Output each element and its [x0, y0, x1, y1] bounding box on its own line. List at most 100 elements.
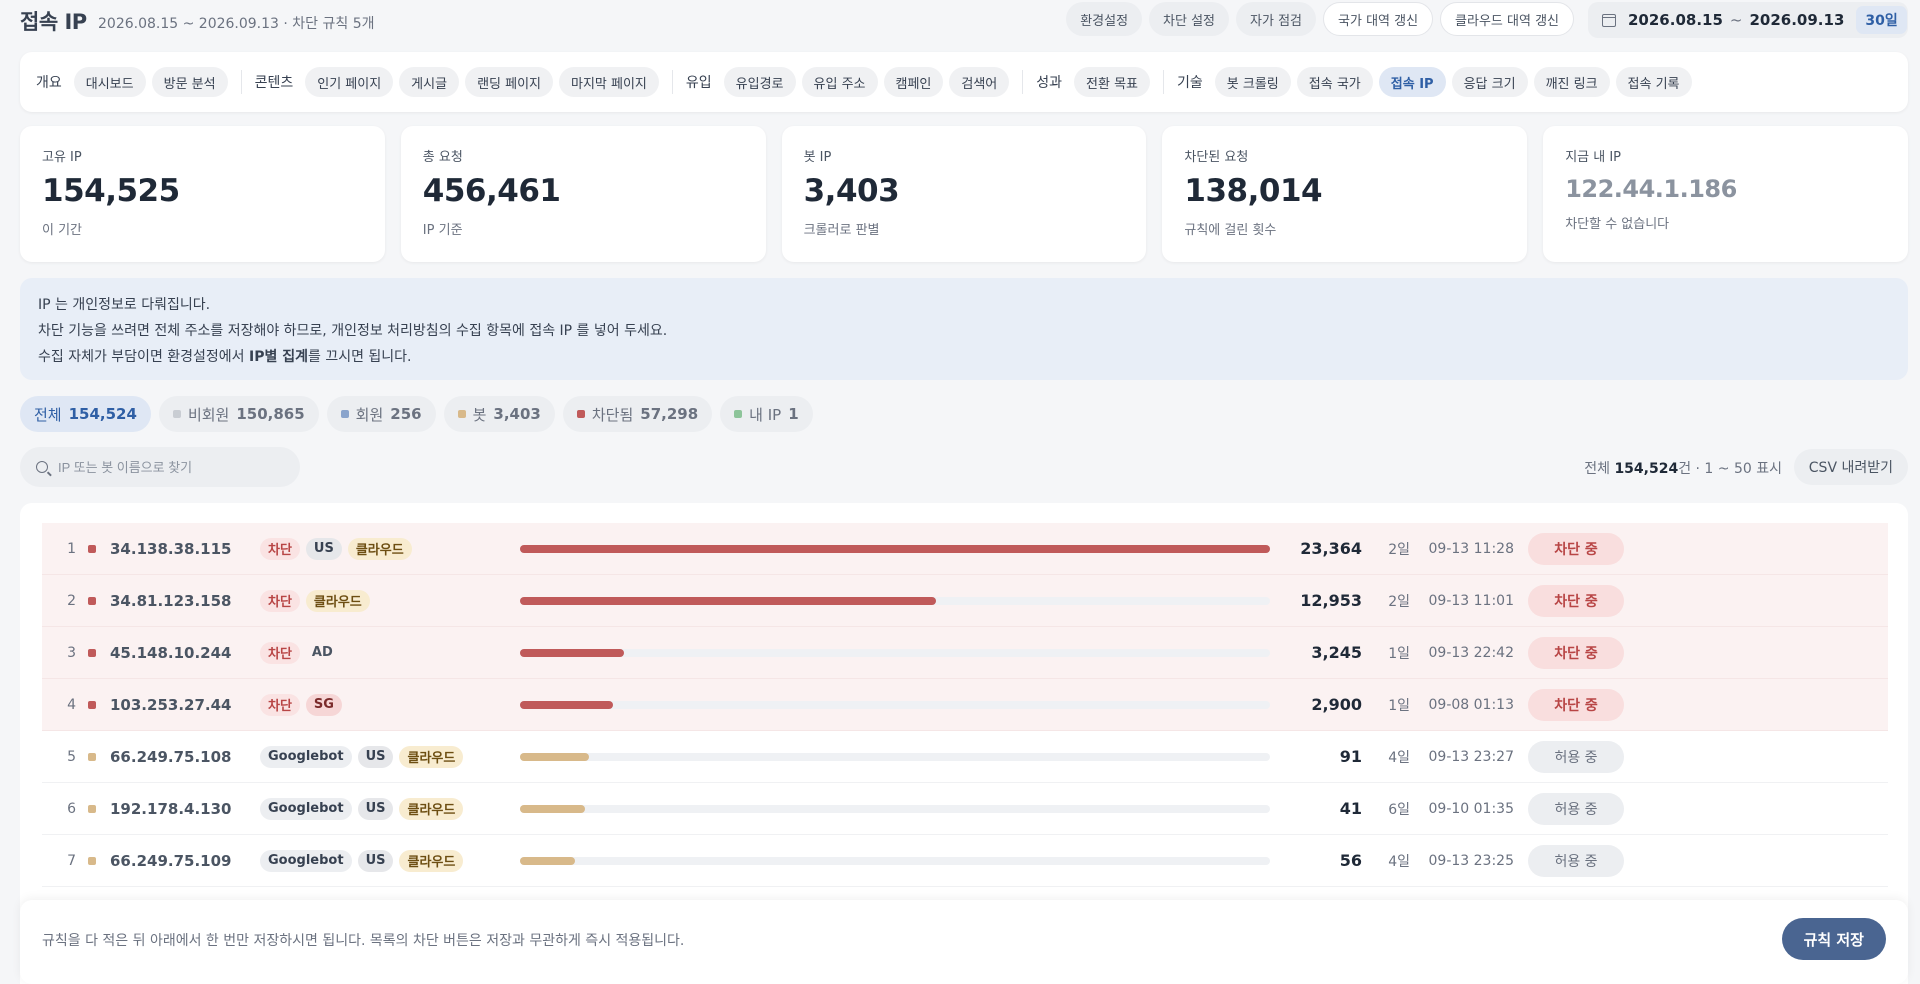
filter-count: 3,403 [493, 405, 541, 423]
result-total: 154,524 [1614, 461, 1679, 477]
nav-divider [1022, 70, 1024, 94]
filter-count: 57,298 [640, 405, 699, 423]
privacy-notice: IP 는 개인정보로 다뤄집니다. 차단 기능을 쓰려면 전체 주소를 저장해야… [20, 278, 1908, 380]
notice-line-3-tail: 를 끄시면 됩니다. [307, 349, 412, 365]
table-row[interactable]: 2 34.81.123.158 차단 클라우드 12,953 2일 09-13 11:01 차… [42, 575, 1888, 627]
filter-count: 256 [390, 405, 422, 423]
nav-item[interactable]: 인기 페이지 [305, 67, 394, 97]
block-button[interactable]: 허용 중 [1528, 740, 1624, 773]
request-bar [520, 804, 1270, 813]
nav-item[interactable]: 전환 목표 [1074, 67, 1151, 97]
unblock-button[interactable]: 차단 중 [1528, 584, 1624, 617]
nav-item[interactable]: 유입 주소 [801, 67, 878, 97]
self-check-button[interactable]: 자가 점검 [1236, 2, 1317, 36]
nav-item[interactable]: 깨진 링크 [1533, 67, 1610, 97]
ip-address: 34.138.38.115 [110, 539, 232, 558]
request-bar-fill [520, 700, 613, 709]
notice-ip-aggregation: IP별 집계 [249, 349, 308, 365]
row-kind-dot [88, 700, 96, 709]
notice-line-3: 수집 자체가 부담이면 환경설정에서 IP별 집계를 끄시면 됩니다. [38, 344, 1890, 370]
nav-item[interactable]: 봇 크롤링 [1214, 67, 1291, 97]
stat-note: 차단할 수 없습니다 [1565, 217, 1670, 232]
request-count: 3,245 [1311, 643, 1362, 662]
unblock-button[interactable]: 차단 중 [1528, 688, 1624, 721]
save-rules-button[interactable]: 규칙 저장 [1781, 918, 1886, 960]
nav-item[interactable]: 검색어 [949, 67, 1010, 97]
row-tag: 클라우드 [305, 589, 370, 612]
nav-item[interactable]: 방문 분석 [151, 67, 228, 97]
filter-tab[interactable]: 봇 3,403 [443, 396, 555, 432]
nav-item[interactable]: 접속 IP [1378, 67, 1446, 97]
request-bar-fill [520, 544, 1270, 553]
block-settings-button[interactable]: 차단 설정 [1149, 2, 1230, 36]
table-row[interactable]: 1 34.138.38.115 차단 US 클라우드 23,364 2일 09-13 11:2… [42, 523, 1888, 575]
row-tag: US [357, 745, 394, 768]
request-bar-fill [520, 648, 625, 657]
nav-item[interactable]: 게시글 [399, 67, 460, 97]
table-row[interactable]: 5 66.249.75.108 Googlebot US 클라우드 91 4일 09-13 2… [42, 731, 1888, 783]
table-row[interactable]: 7 66.249.75.109 Googlebot US 클라우드 56 4일 09-13 2… [42, 835, 1888, 887]
stat-card: 총 요청 456,461 IP 기준 [400, 126, 766, 262]
row-index: 7 [67, 852, 76, 869]
table-row[interactable]: 6 192.178.4.130 Googlebot US 클라우드 41 6일 09-10 0… [42, 783, 1888, 835]
request-bar [520, 648, 1270, 657]
block-button[interactable]: 허용 중 [1528, 792, 1624, 825]
update-country-ranges-button[interactable]: 국가 대역 갱신 [1323, 2, 1434, 36]
nav-category-label: 콘텐츠 [254, 75, 294, 91]
nav-item[interactable]: 유입경로 [723, 67, 796, 97]
nav-category-label: 기술 [1177, 75, 1203, 91]
settings-button[interactable]: 환경설정 [1066, 2, 1143, 36]
stat-card: 지금 내 IP 122.44.1.186 차단할 수 없습니다 [1543, 126, 1908, 262]
stat-note: IP 기준 [422, 223, 463, 238]
nav-divider [671, 70, 673, 94]
nav-item[interactable]: 랜딩 페이지 [465, 67, 553, 97]
ip-address: 45.148.10.244 [110, 643, 232, 662]
nav-item[interactable]: 마지막 페이지 [559, 67, 659, 97]
row-kind-dot [88, 804, 96, 813]
request-count: 56 [1339, 851, 1362, 870]
request-count: 2,900 [1311, 695, 1362, 714]
notice-line-2: 차단 기능을 쓰려면 전체 주소를 저장해야 하므로, 개인정보 처리방침의 수… [38, 323, 668, 339]
table-row[interactable]: 4 103.253.27.44 차단 SG 2,900 1일 09-08 01:13 차단 중 [42, 679, 1888, 731]
date-range-picker[interactable]: 2026.08.15 ~ 2026.09.13 30일 [1588, 2, 1908, 38]
search-box[interactable] [20, 447, 300, 487]
filter-tab[interactable]: 비회원 150,865 [158, 396, 319, 432]
filter-tab[interactable]: 차단됨 57,298 [562, 396, 713, 432]
row-tags: 차단 SG [260, 693, 520, 716]
search-input[interactable] [58, 459, 278, 475]
filter-label: 내 IP [749, 405, 782, 424]
unblock-button[interactable]: 차단 중 [1528, 636, 1624, 669]
nav-group: 성과 전환 목표 [1036, 67, 1151, 97]
request-bar [520, 856, 1270, 865]
csv-download-button[interactable]: CSV 내려받기 [1793, 449, 1908, 485]
request-bar [520, 752, 1270, 761]
row-tag: 클라우드 [347, 537, 412, 560]
nav-item[interactable]: 캠페인 [883, 67, 944, 97]
row-kind-dot [88, 544, 96, 553]
page-title: 접속 IP [20, 10, 87, 34]
nav-item[interactable]: 접속 국가 [1296, 67, 1373, 97]
filter-color-dot [457, 410, 466, 418]
block-button[interactable]: 허용 중 [1528, 844, 1624, 877]
unblock-button[interactable]: 차단 중 [1528, 532, 1624, 565]
ip-address: 66.249.75.108 [110, 747, 232, 766]
row-tag: Googlebot [260, 745, 352, 768]
request-count: 41 [1339, 799, 1362, 818]
filter-count: 1 [788, 405, 799, 423]
table-row[interactable]: 3 45.148.10.244 차단 AD 3,245 1일 09-13 22:42 차단 중 [42, 627, 1888, 679]
request-bar-fill [520, 596, 936, 605]
filter-tab[interactable]: 내 IP 1 [720, 396, 813, 432]
nav-item[interactable]: 접속 기록 [1615, 67, 1692, 97]
stat-label: 고유 IP [42, 150, 82, 165]
days-active: 4일 [1388, 749, 1410, 766]
last-seen: 09-13 23:25 [1428, 852, 1514, 869]
filter-tab[interactable]: 전체 154,524 [20, 396, 151, 432]
stat-note: 규칙에 걸린 횟수 [1184, 223, 1277, 238]
calendar-icon [1602, 13, 1616, 27]
nav-item[interactable]: 응답 크기 [1451, 67, 1528, 97]
row-tag: Googlebot [260, 797, 352, 820]
nav-item[interactable]: 대시보드 [73, 67, 146, 97]
filter-tab[interactable]: 회원 256 [326, 396, 436, 432]
update-cloud-ranges-button[interactable]: 클라우드 대역 갱신 [1440, 2, 1574, 36]
filter-label: 회원 [355, 405, 384, 424]
